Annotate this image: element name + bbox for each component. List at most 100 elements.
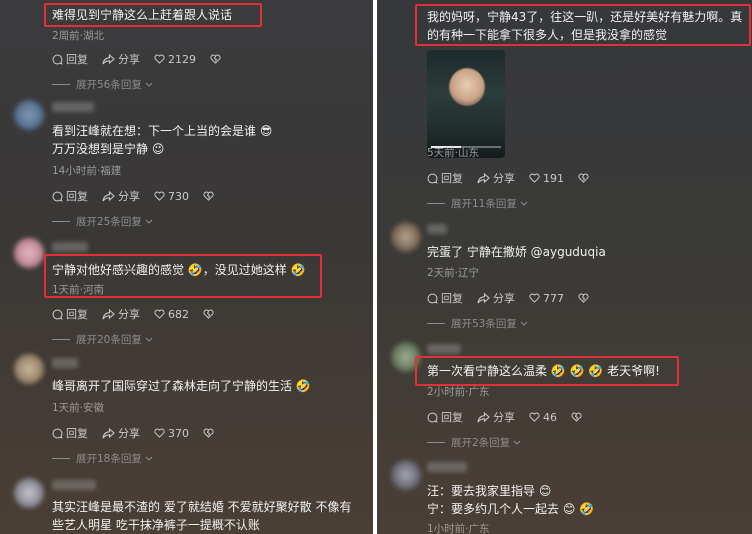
divider <box>52 84 70 85</box>
expand-replies[interactable]: 展开11条回复 <box>427 196 528 211</box>
share-button[interactable]: 分享 <box>477 409 515 425</box>
comment-meta: 1天前·河南 <box>52 284 105 296</box>
share-button[interactable]: 分享 <box>102 51 140 67</box>
comment-text: 我的妈呀，宁静43了，往这一趴，还是好美好有魅力啊。真 <box>427 10 743 24</box>
username[interactable] <box>52 358 78 368</box>
right-comment-panel: 我的妈呀，宁静43了，往这一趴，还是好美好有魅力啊。真 的有种一下能拿下很多人，… <box>377 0 752 534</box>
expand-replies[interactable]: 展开18条回复 <box>52 451 153 466</box>
expand-replies[interactable]: 展开56条回复 <box>52 77 153 92</box>
broken-heart-icon <box>578 293 589 303</box>
like-button[interactable]: 2129 <box>154 53 196 66</box>
broken-heart-icon <box>203 309 214 319</box>
divider <box>52 339 70 340</box>
dislike-button[interactable] <box>578 173 592 183</box>
reply-icon <box>52 191 63 202</box>
comment-actions: 回复 分享 2129 <box>52 51 238 67</box>
comment-actions: 回复 分享 730 <box>52 188 231 204</box>
username[interactable] <box>427 224 447 234</box>
reply-button[interactable]: 回复 <box>52 188 88 204</box>
comment-actions: 回复 分享 191 <box>427 170 606 186</box>
share-icon <box>102 190 115 201</box>
username[interactable] <box>427 462 467 472</box>
avatar[interactable] <box>391 222 421 252</box>
comment-meta: 2周前·湖北 <box>52 30 105 42</box>
dislike-button[interactable] <box>578 293 592 303</box>
username[interactable] <box>427 344 461 354</box>
share-icon <box>477 292 490 303</box>
expand-replies[interactable]: 展开2条回复 <box>427 435 521 450</box>
chevron-down-icon <box>145 82 153 87</box>
chevron-down-icon <box>145 456 153 461</box>
like-button[interactable]: 46 <box>529 411 557 424</box>
broken-heart-icon <box>210 54 221 64</box>
left-comment-panel: 难得见到宁静这么上赶着跟人说话 2周前·湖北 回复 分享 2129 展开56条回… <box>0 0 373 534</box>
comment-text: 峰哥离开了国际穿过了森林走向了宁静的生活 🤣 <box>52 379 311 393</box>
share-button[interactable]: 分享 <box>102 306 140 322</box>
avatar[interactable] <box>14 354 44 384</box>
comment-text: 完蛋了 宁静在撒娇 @ayguduqia <box>427 245 606 259</box>
divider <box>52 221 70 222</box>
like-button[interactable]: 370 <box>154 427 189 440</box>
dislike-button[interactable] <box>571 412 585 422</box>
reply-button[interactable]: 回复 <box>427 409 463 425</box>
share-button[interactable]: 分享 <box>477 170 515 186</box>
like-button[interactable]: 730 <box>154 190 189 203</box>
comment-text: 难得见到宁静这么上赶着跟人说话 <box>52 8 233 22</box>
thumbnail-image <box>449 68 485 106</box>
avatar[interactable] <box>14 478 44 508</box>
comment-text: 第一次看宁静这么温柔 🤣 🤣 🤣 老天爷啊! <box>427 364 660 378</box>
like-button[interactable]: 777 <box>529 292 564 305</box>
chevron-down-icon <box>520 201 528 206</box>
comment-text: 宁静对他好感兴趣的感觉 🤣，没见过她这样 🤣 <box>52 263 306 277</box>
share-icon <box>102 427 115 438</box>
share-button[interactable]: 分享 <box>102 188 140 204</box>
video-thumbnail[interactable] <box>427 50 505 158</box>
heart-icon <box>154 309 165 319</box>
share-button[interactable]: 分享 <box>477 290 515 306</box>
share-button[interactable]: 分享 <box>102 425 140 441</box>
divider <box>52 458 70 459</box>
comment-actions: 回复 分享 370 <box>52 425 231 441</box>
divider <box>427 323 445 324</box>
comment-text: 宁：要多约几个人一起去 😊 🤣 <box>427 502 595 516</box>
expand-replies[interactable]: 展开25条回复 <box>52 214 153 229</box>
comment-text: 看到汪峰就在想：下一个上当的会是谁 😎 <box>52 124 273 138</box>
username[interactable] <box>52 480 96 490</box>
chevron-down-icon <box>145 337 153 342</box>
avatar[interactable] <box>391 460 421 490</box>
share-icon <box>477 172 490 183</box>
expand-replies[interactable]: 展开20条回复 <box>52 332 153 347</box>
heart-icon <box>529 173 540 183</box>
comment-text: 些艺人明星 吃干抹净裤子一提概不认账 <box>52 518 260 532</box>
comment-text: 万万没想到是宁静 😉 <box>52 142 165 156</box>
dislike-button[interactable] <box>203 309 217 319</box>
reply-button[interactable]: 回复 <box>52 306 88 322</box>
like-button[interactable]: 191 <box>529 172 564 185</box>
comment-text: 的有种一下能拿下很多人，但是我没拿的感觉 <box>427 28 668 42</box>
share-icon <box>102 53 115 64</box>
broken-heart-icon <box>571 412 582 422</box>
username[interactable] <box>52 242 88 252</box>
expand-replies[interactable]: 展开53条回复 <box>427 316 528 331</box>
username[interactable] <box>52 102 94 112</box>
reply-icon <box>427 293 438 304</box>
heart-icon <box>529 412 540 422</box>
heart-icon <box>154 191 165 201</box>
divider <box>427 203 445 204</box>
dislike-button[interactable] <box>203 191 217 201</box>
comment-meta: 2小时前·广东 <box>427 386 490 398</box>
chevron-down-icon <box>145 219 153 224</box>
reply-button[interactable]: 回复 <box>427 290 463 306</box>
avatar[interactable] <box>14 100 44 130</box>
avatar[interactable] <box>14 238 44 268</box>
reply-button[interactable]: 回复 <box>52 51 88 67</box>
reply-icon <box>427 173 438 184</box>
dislike-button[interactable] <box>203 428 217 438</box>
reply-button[interactable]: 回复 <box>52 425 88 441</box>
heart-icon <box>529 293 540 303</box>
heart-icon <box>154 428 165 438</box>
avatar[interactable] <box>391 342 421 372</box>
dislike-button[interactable] <box>210 54 224 64</box>
reply-button[interactable]: 回复 <box>427 170 463 186</box>
like-button[interactable]: 682 <box>154 308 189 321</box>
